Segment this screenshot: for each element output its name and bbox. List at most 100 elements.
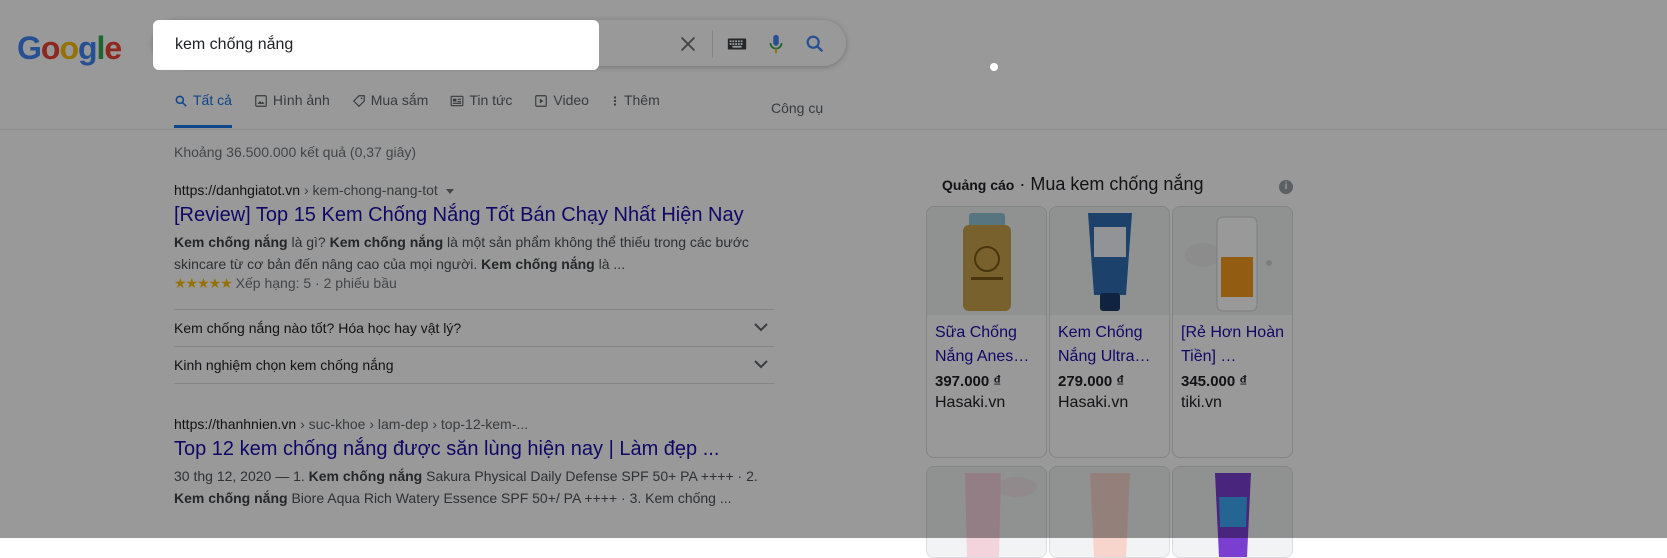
result-path: › kem-chong-nang-tot [300,182,438,198]
logo-letter: o [40,30,61,66]
tab-images[interactable]: Hình ảnh [254,92,330,128]
snippet-bold: Kem chống nắng [308,468,423,484]
snippet-bold: Kem chống nắng [329,234,444,250]
cursor-dot [990,63,998,71]
product-image [1173,207,1292,315]
tab-more[interactable]: Thêm [611,92,660,128]
result-url[interactable]: https://thanhnien.vn › suc-khoe › lam-de… [174,416,774,432]
chevron-down-icon[interactable] [445,188,454,194]
search-divider [712,30,713,58]
tag-icon [352,95,365,108]
rating-stars: ★★★★★ [174,275,233,291]
search-result: https://thanhnien.vn › suc-khoe › lam-de… [174,416,774,509]
product-image [1050,207,1169,315]
tab-shopping[interactable]: Mua sắm [352,92,429,128]
logo-letter: e [104,30,122,66]
info-icon[interactable]: i [1279,180,1293,194]
logo-letter: g [77,30,98,66]
product-store: Hasaki.vn [1058,394,1129,411]
tab-label: Tất cả [193,92,232,108]
product-card[interactable]: Kem Chống Nắng Ultra… 279.000 ₫ Hasaki.v… [1049,206,1170,458]
snippet-bold: Kem chống nắng [481,256,595,272]
product-card[interactable]: [Rẻ Hơn Hoàn Tiền] … 345.000 ₫ tiki.vn [1172,206,1293,458]
faq-divider [174,383,774,384]
logo-letter: l [96,30,106,66]
search-icon [175,95,187,107]
snippet-bold: Kem chống nắng [174,490,288,506]
result-snippet: 30 thg 12, 2020 — 1. Kem chống nắng Saku… [174,465,774,509]
tab-label: Thêm [623,92,660,108]
product-image [1173,467,1292,557]
snippet-text: 30 thg 12, 2020 — 1. [174,468,309,484]
logo-letter: G [17,30,42,66]
product-store: Hasaki.vn [935,394,1006,411]
play-icon [535,95,548,107]
rating-text: Xếp hạng: 5 · 2 phiếu bầu [235,275,397,291]
faq-item[interactable]: Kinh nghiệm chọn kem chống nắng [174,346,774,383]
gold-sunscreen-bottle-icon [963,213,1011,311]
search-result: https://danhgiatot.vn › kem-chong-nang-t… [174,182,774,292]
peach-sunscreen-tube-icon [1090,473,1130,557]
pink-sunscreen-tube-icon [965,473,1037,557]
tab-label: Mua sắm [370,92,429,108]
tab-label: Video [553,92,589,108]
result-title-link[interactable]: Top 12 kem chống nắng được săn lùng hiện… [174,438,774,461]
result-title-link[interactable]: [Review] Top 15 Kem Chống Nắng Tốt Bán C… [174,204,774,227]
product-name: Sữa Chống Nắng Anes… [935,324,1030,365]
blue-sunscreen-tube-icon [1088,213,1132,311]
more-vert-icon [613,96,617,106]
product-price: 279.000 ₫ [1058,373,1125,390]
product-image [927,467,1046,557]
chevron-down-icon [754,323,768,332]
google-logo[interactable]: Google [17,30,122,67]
tab-news[interactable]: Tin tức [450,92,512,128]
tabs-divider [0,129,1667,130]
tab-all[interactable]: Tất cả [174,92,232,128]
keyboard-icon[interactable] [726,33,748,55]
product-card[interactable]: Sữa Chống Nắng Anes… 397.000 ₫ Hasaki.vn [926,206,1047,458]
ads-label: Quảng cáo [942,177,1015,193]
tab-video[interactable]: Video [534,92,589,128]
purple-sunscreen-tube-icon [1215,473,1251,557]
image-icon [255,95,267,107]
logo-letter: o [59,30,79,66]
product-card[interactable] [1172,466,1293,558]
snippet-text: là gì? [287,234,330,250]
result-snippet: Kem chống nắng là gì? Kem chống nắng là … [174,231,774,275]
result-domain: https://danhgiatot.vn [174,182,301,198]
result-domain: https://thanhnien.vn [174,416,297,432]
faq-question: Kinh nghiệm chọn kem chống nắng [174,357,394,373]
ads-heading: Quảng cáo · Mua kem chống nắng [942,174,1203,195]
product-store: tiki.vn [1181,394,1222,411]
result-stats: Khoảng 36.500.000 kết quả (0,37 giây) [174,144,417,160]
product-name: Kem Chống Nắng Ultra… [1058,324,1151,365]
tools-button[interactable]: Công cụ [771,100,823,116]
product-price: 345.000 ₫ [1181,373,1248,390]
tab-label: Tin tức [469,92,513,108]
result-url[interactable]: https://danhgiatot.vn › kem-chong-nang-t… [174,182,774,198]
product-name: [Rẻ Hơn Hoàn Tiền] … [1181,324,1284,365]
product-image [1050,467,1169,557]
tab-label: Hình ảnh [272,92,330,108]
news-icon [450,95,464,107]
search-input[interactable]: kem chống nắng [153,20,599,70]
result-path: › suc-khoe › lam-dep › top-12-kem-... [296,416,529,432]
orange-sunscreen-bottle-icon [1185,216,1272,312]
ads-title: · Mua kem chống nắng [1014,174,1204,194]
snippet-text: là ... [594,256,626,272]
chevron-down-icon [754,360,768,369]
faq-question: Kem chống nắng nào tốt? Hóa học hay vật … [174,320,462,336]
search-tabs: Tất cả Hình ảnh Mua sắm Tin tức Video Th… [174,92,682,128]
snippet-text: Sakura Physical Daily Defense SPF 50+ PA… [422,468,758,484]
microphone-icon[interactable] [765,33,787,55]
snippet-bold: Kem chống nắng [174,234,288,250]
product-card[interactable] [1049,466,1170,558]
close-icon[interactable] [677,33,699,55]
search-icon[interactable] [804,33,826,55]
result-rating: ★★★★★ Xếp hạng: 5 · 2 phiếu bầu [174,275,774,292]
product-price: 397.000 ₫ [935,373,1002,390]
snippet-text: Biore Aqua Rich Watery Essence SPF 50+/ … [287,490,732,506]
faq-item[interactable]: Kem chống nắng nào tốt? Hóa học hay vật … [174,309,774,346]
product-card[interactable] [926,466,1047,558]
product-image [927,207,1046,315]
